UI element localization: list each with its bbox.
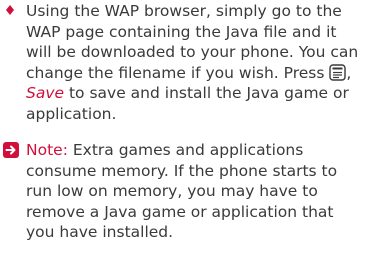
save-option-label: Save <box>26 84 65 103</box>
note-paragraph: Note: Extra games and applications consu… <box>26 140 356 243</box>
note-label: Note: <box>26 141 68 159</box>
instruction-text-start: Using the WAP browser, simply go to the … <box>26 2 359 82</box>
instruction-text-end: to save and install the Java game or app… <box>26 84 349 123</box>
note-text: Extra games and applications consume mem… <box>26 141 338 242</box>
separator-text: , <box>346 63 352 82</box>
bullet-diamond-icon <box>6 5 14 15</box>
arrow-right-box-icon <box>3 142 19 158</box>
menu-key-icon <box>329 64 347 81</box>
instruction-paragraph: Using the WAP browser, simply go to the … <box>26 1 366 125</box>
